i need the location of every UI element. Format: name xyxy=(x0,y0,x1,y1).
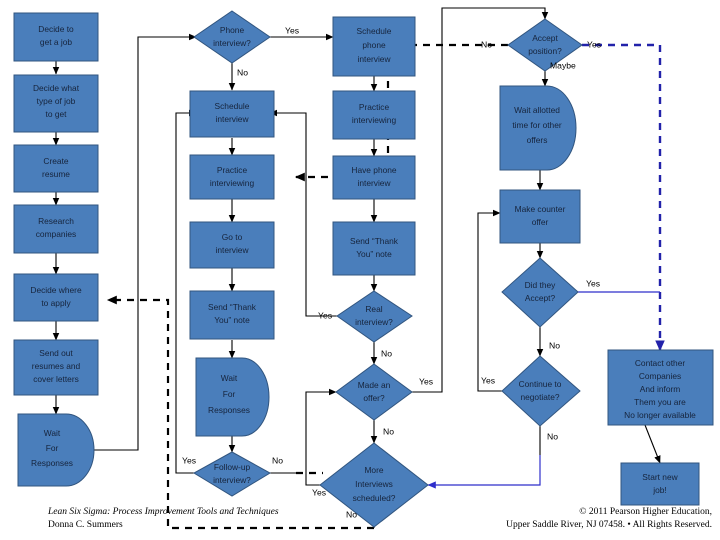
edge-n26-n21-no xyxy=(427,455,541,489)
edge-label-phone-yes: Yes xyxy=(285,25,299,35)
node-shape xyxy=(620,462,700,506)
node-shape xyxy=(13,273,99,322)
flowchart-svg: Decide to get a job Decide what type of … xyxy=(13,7,714,530)
node-shape xyxy=(507,18,583,72)
node-decide-to-get-a-job[interactable]: Decide to get a job xyxy=(13,12,99,62)
node-shape xyxy=(195,357,270,437)
edge-n26-n24-yes xyxy=(477,209,502,392)
node-shape xyxy=(332,90,416,140)
node-contact-other-companies[interactable]: Contact other Companies And inform Them … xyxy=(607,349,714,426)
node-practice-interviewing-2[interactable]: Practice interviewing xyxy=(332,90,416,140)
edge-label-didaccept-yes: Yes xyxy=(586,278,600,288)
node-made-an-offer-decision[interactable]: Made an offer? xyxy=(335,363,413,421)
edge-n19-n9-yes xyxy=(269,109,337,317)
node-real-interview-decision[interactable]: Real interview? xyxy=(336,290,413,343)
edge-label-real-no: No xyxy=(381,348,392,358)
node-wait-for-responses-1[interactable]: Wait For Responses xyxy=(17,413,95,487)
flowchart-canvas: Decide to get a job Decide what type of … xyxy=(0,0,720,540)
footer-book-title: Lean Six Sigma: Process Improvement Tool… xyxy=(48,507,279,517)
node-shape xyxy=(332,155,416,200)
node-go-to-interview[interactable]: Go to interview xyxy=(189,221,275,269)
node-send-thank-you-note-2[interactable]: Send “Thank You” note xyxy=(332,221,416,276)
footer-copyright: © 2011 Pearson Higher Education, xyxy=(579,507,712,517)
node-did-they-accept-decision[interactable]: Did they Accept? xyxy=(501,257,579,328)
node-wait-allotted-time[interactable]: Wait allotted time for other offers xyxy=(499,85,577,171)
footer-publisher-address: Upper Saddle River, NJ 07458. • All Righ… xyxy=(506,519,712,530)
node-shape xyxy=(189,154,275,200)
node-shape xyxy=(335,363,413,421)
node-shape xyxy=(332,16,416,77)
node-shape xyxy=(193,10,271,64)
node-shape xyxy=(607,349,714,426)
footer-right: © 2011 Pearson Higher Education, Upper S… xyxy=(506,506,712,532)
node-shape xyxy=(501,355,581,427)
edge-label-real-yes: Yes xyxy=(318,310,332,320)
footer-author: Donna C. Summers xyxy=(48,519,123,530)
node-have-phone-interview[interactable]: Have phone interview xyxy=(332,155,416,200)
node-accept-position-decision[interactable]: Accept position? xyxy=(507,18,583,72)
node-follow-up-interview-decision[interactable]: Follow-up interview? xyxy=(193,451,271,497)
edge-n21-n20-yes xyxy=(305,388,337,486)
node-continue-to-negotiate-decision[interactable]: Continue to negotiate? xyxy=(501,355,581,427)
node-shape xyxy=(189,221,275,269)
node-shape xyxy=(17,413,95,487)
node-shape xyxy=(13,204,99,254)
node-send-out-resumes[interactable]: Send out resumes and cover letters xyxy=(13,339,99,396)
edge-n27-n28 xyxy=(644,424,661,464)
node-make-counter-offer[interactable]: Make counter offer xyxy=(499,189,581,244)
node-schedule-phone-interview[interactable]: Schedule phone interview xyxy=(332,16,416,77)
edge-label-negotiate-no: No xyxy=(547,431,558,441)
node-more-interviews-scheduled-decision[interactable]: More Interviews scheduled? xyxy=(319,442,429,528)
node-research-companies[interactable]: Research companies xyxy=(13,204,99,254)
node-shape xyxy=(13,74,99,133)
node-send-thank-you-note-1[interactable]: Send “Thank You” note xyxy=(189,290,275,340)
edge-label-followup-yes: Yes xyxy=(182,455,196,465)
node-schedule-interview[interactable]: Schedule interview xyxy=(189,90,275,138)
node-shape xyxy=(501,257,579,328)
node-shape xyxy=(319,442,429,528)
node-shape xyxy=(13,144,99,193)
node-shape xyxy=(13,12,99,62)
edge-label-more-yes: Yes xyxy=(312,487,326,497)
node-shape xyxy=(193,451,271,497)
edge-label-negotiate-yes: Yes xyxy=(481,375,495,385)
node-shape xyxy=(499,85,577,171)
node-phone-interview-decision[interactable]: Phone interview? xyxy=(193,10,271,64)
node-shape xyxy=(189,290,275,340)
edge-label-phone-no: No xyxy=(237,67,248,77)
node-wait-for-responses-2[interactable]: Wait For Responses xyxy=(195,357,270,437)
node-shape xyxy=(332,221,416,276)
footer-left: Lean Six Sigma: Process Improvement Tool… xyxy=(48,506,279,532)
node-shape xyxy=(336,290,413,343)
node-create-resume[interactable]: Create resume xyxy=(13,144,99,193)
edge-label-didaccept-no: No xyxy=(549,340,560,350)
edge-label-offer-no: No xyxy=(383,426,394,436)
node-shape xyxy=(189,90,275,138)
edge-n22-n27-yes-dashed xyxy=(582,43,665,352)
edge-label-offer-yes: Yes xyxy=(419,376,433,386)
node-practice-interviewing-1[interactable]: Practice interviewing xyxy=(189,154,275,200)
node-decide-what-type-of-job[interactable]: Decide what type of job to get xyxy=(13,74,99,133)
edge-label-followup-no: No xyxy=(272,455,283,465)
node-shape xyxy=(13,339,99,396)
node-start-new-job[interactable]: Start new job! xyxy=(620,462,700,506)
edge-n7-n8 xyxy=(94,33,197,451)
node-shape xyxy=(499,189,581,244)
node-decide-where-to-apply[interactable]: Decide where to apply xyxy=(13,273,99,322)
